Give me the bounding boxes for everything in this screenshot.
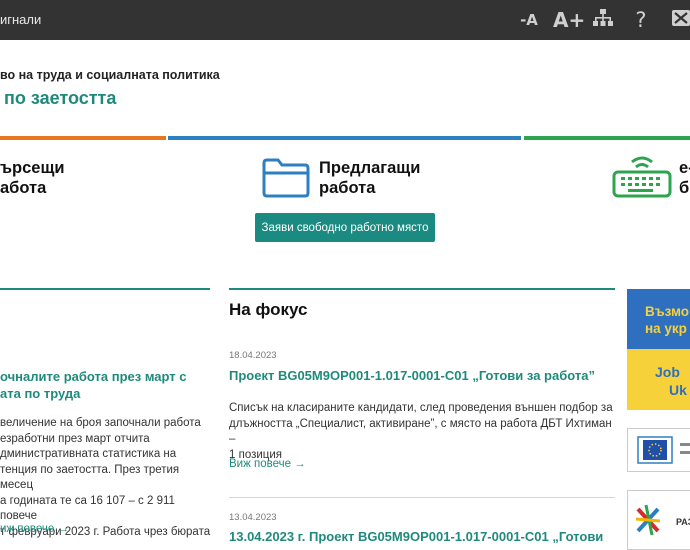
folder-icon [261, 157, 311, 204]
news-divider [229, 497, 615, 498]
stripe-blue [168, 136, 521, 140]
news-date: 13.04.2023 [229, 512, 277, 523]
eservices-card-title[interactable]: е- б [679, 158, 690, 198]
news-summary: Списък на класираните кандидати, след пр… [229, 402, 613, 461]
stripe-orange [0, 136, 166, 140]
signals-link[interactable]: игнали [0, 12, 41, 27]
post-job-vacancy-button[interactable]: Заяви свободно работно място [255, 213, 435, 242]
agency-name[interactable]: по заетостта [4, 88, 116, 109]
focus-heading: На фокус [229, 300, 308, 319]
accessibility-tools: -A A+ ? [518, 0, 690, 40]
eu-funds-banner[interactable] [627, 428, 690, 472]
partner-logo-label: РАЗ [676, 517, 690, 527]
employers-card-title[interactable]: Предлагащи работа [319, 158, 420, 198]
left-news-body: величение на броя започнали работа езраб… [0, 417, 211, 538]
ministry-name: во на труда и социалната политика [0, 68, 220, 82]
help-icon[interactable]: ? [632, 8, 650, 32]
left-news-title[interactable]: очналите работа през март с ата по труда [0, 368, 210, 402]
stripe-green [524, 136, 690, 140]
news-more-link[interactable]: Виж повече → [229, 458, 306, 470]
top-bar: игнали -A A+ ? [0, 0, 690, 40]
sitemap-icon[interactable] [592, 9, 614, 31]
ukraine-jobs-banner[interactable]: Възмо на укр Job Uk [627, 289, 690, 410]
left-news-more-link[interactable]: иж повече → [0, 523, 69, 535]
keyboard-icon [612, 154, 674, 205]
left-column-rule [0, 288, 210, 290]
focus-column-rule [229, 288, 615, 290]
eu-flag-icon [637, 436, 690, 464]
news-date: 18.04.2023 [229, 350, 277, 361]
mail-icon[interactable] [672, 10, 690, 30]
news-title-link[interactable]: Проект BG05M9OP001-1.017-0001-C01 „Готов… [229, 367, 619, 384]
job-seekers-card-title[interactable]: ърсещи абота [0, 158, 65, 198]
news-title-link[interactable]: 13.04.2023 г. Проект BG05M9OP001-1.017-0… [229, 528, 619, 545]
decrease-font-button[interactable]: -A [518, 11, 540, 29]
partner-logo-banner[interactable]: РАЗ [627, 490, 690, 550]
increase-font-button[interactable]: A+ [553, 8, 585, 32]
